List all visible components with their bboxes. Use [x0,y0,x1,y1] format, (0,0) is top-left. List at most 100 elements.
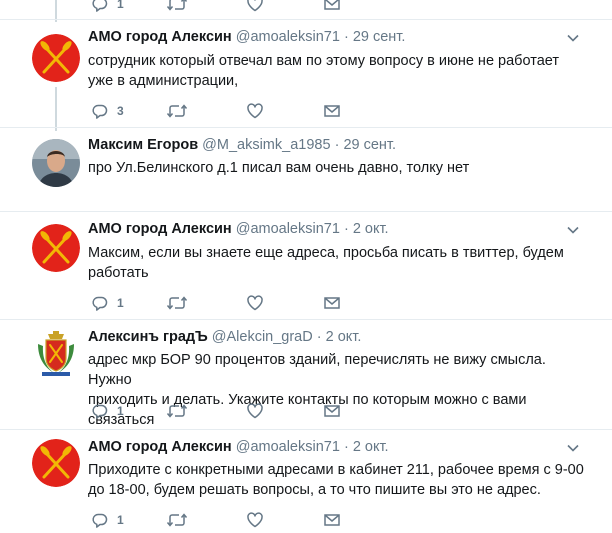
timestamp[interactable]: 2 окт. [353,221,389,237]
separator: · [343,221,349,237]
like-button[interactable] [246,102,264,120]
reply-button[interactable]: 1 [91,511,124,529]
reply-count: 1 [117,404,124,418]
reply-count: 1 [117,296,124,310]
handle[interactable]: @amoaleksin71 [236,29,340,45]
separator: · [316,329,322,345]
reply-button[interactable]: 1 [91,402,124,420]
tweet-header: АМО город Алексин @amoaleksin71 · 29 сен… [88,29,405,45]
tweet-header: Алексинъ градЪ @Alekcin_graD · 2 окт. [88,329,361,345]
mail-icon [323,402,341,420]
tweet-text: Приходите с конкретными адресами в кабин… [88,460,588,500]
separator: · [343,29,349,45]
tweet-text-line: до 18-00, будем решать вопросы, а то что… [88,482,541,498]
tweet-header: АМО город Алексин @amoaleksin71 · 2 окт. [88,221,389,237]
heart-icon [246,511,264,529]
tweet-header: АМО город Алексин @amoaleksin71 · 2 окт. [88,439,389,455]
reply-button[interactable]: 1 [91,0,124,13]
retweet-icon [166,511,188,529]
reply-button[interactable]: 1 [91,294,124,312]
tweet-text-line: Максим, если вы знаете еще адреса, прось… [88,245,564,261]
like-button[interactable] [246,511,264,529]
retweet-button[interactable] [166,402,188,420]
display-name[interactable]: Максим Егоров [88,137,198,153]
handle[interactable]: @M_aksimk_a1985 [202,137,330,153]
heart-icon [246,402,264,420]
like-button[interactable] [246,294,264,312]
tweet[interactable]: АМО город Алексин @amoaleksin71 · 29 сен… [0,20,612,128]
retweet-button[interactable] [166,511,188,529]
timestamp[interactable]: 2 окт. [326,329,362,345]
user-photo-icon [32,139,80,187]
mail-icon [323,102,341,120]
separator: · [343,439,349,455]
retweet-icon [166,0,188,13]
heart-icon [246,294,264,312]
avatar[interactable] [32,439,80,487]
handle[interactable]: @amoaleksin71 [236,439,340,455]
oars-logo-icon [32,224,80,272]
tweet-text: сотрудник который отвечал вам по этому в… [88,51,588,91]
mail-icon [323,511,341,529]
retweet-icon [166,102,188,120]
coat-of-arms-icon [32,330,80,378]
chevron-down-icon[interactable] [566,225,580,235]
message-button[interactable] [323,0,341,13]
tweet[interactable]: Алексинъ градЪ @Alekcin_graD · 2 окт. ад… [0,320,612,430]
like-button[interactable] [246,0,264,13]
tweet-text-line: про Ул.Белинского д.1 писал вам очень да… [88,160,470,176]
handle[interactable]: @Alekcin_graD [212,329,313,345]
tweet-text: про Ул.Белинского д.1 писал вам очень да… [88,158,588,178]
reply-icon [91,402,109,420]
mail-icon [323,294,341,312]
tweet-text-line: сотрудник который отвечал вам по этому в… [88,53,559,69]
retweet-button[interactable] [166,102,188,120]
avatar[interactable] [32,139,80,187]
reply-icon [91,0,109,13]
display-name[interactable]: АМО город Алексин [88,29,232,45]
heart-icon [246,102,264,120]
tweet[interactable]: АМО город Алексин @amoaleksin71 · 2 окт.… [0,212,612,320]
oars-logo-icon [32,34,80,82]
separator: · [334,137,340,153]
tweet-header: Максим Егоров @M_aksimk_a1985 · 29 сент. [88,137,396,153]
retweet-icon [166,294,188,312]
avatar[interactable] [32,34,80,82]
message-button[interactable] [323,511,341,529]
reply-icon [91,294,109,312]
like-button[interactable] [246,402,264,420]
chevron-down-icon[interactable] [566,443,580,453]
retweet-button[interactable] [166,294,188,312]
tweet-text-line: работать [88,265,149,281]
message-button[interactable] [323,402,341,420]
reply-count: 1 [117,513,124,527]
avatar[interactable] [32,330,80,378]
handle[interactable]: @amoaleksin71 [236,221,340,237]
reply-icon [91,511,109,529]
avatar[interactable] [32,224,80,272]
timestamp[interactable]: 29 сент. [353,29,406,45]
reply-count: 3 [117,104,124,118]
retweet-button[interactable] [166,0,188,13]
timestamp[interactable]: 2 окт. [353,439,389,455]
retweet-icon [166,402,188,420]
display-name[interactable]: Алексинъ градЪ [88,329,208,345]
display-name[interactable]: АМО город Алексин [88,221,232,237]
tweet[interactable]: Максим Егоров @M_aksimk_a1985 · 29 сент.… [0,128,612,212]
reply-button[interactable]: 3 [91,102,124,120]
chevron-down-icon[interactable] [566,33,580,43]
tweet[interactable]: АМО город Алексин @amoaleksin71 · 2 окт.… [0,430,612,533]
timestamp[interactable]: 29 сент. [343,137,396,153]
tweet-text-line: уже в администрации, [88,73,239,89]
reply-icon [91,102,109,120]
tweet-text: Максим, если вы знаете еще адреса, прось… [88,243,588,283]
reply-count: 1 [117,0,124,11]
message-button[interactable] [323,294,341,312]
mail-icon [323,0,341,13]
display-name[interactable]: АМО город Алексин [88,439,232,455]
tweet-text-line: адрес мкр БОР 90 процентов зданий, переч… [88,352,546,388]
heart-icon [246,0,264,13]
tweet-text-line: Приходите с конкретными адресами в кабин… [88,462,584,478]
oars-logo-icon [32,439,80,487]
message-button[interactable] [323,102,341,120]
